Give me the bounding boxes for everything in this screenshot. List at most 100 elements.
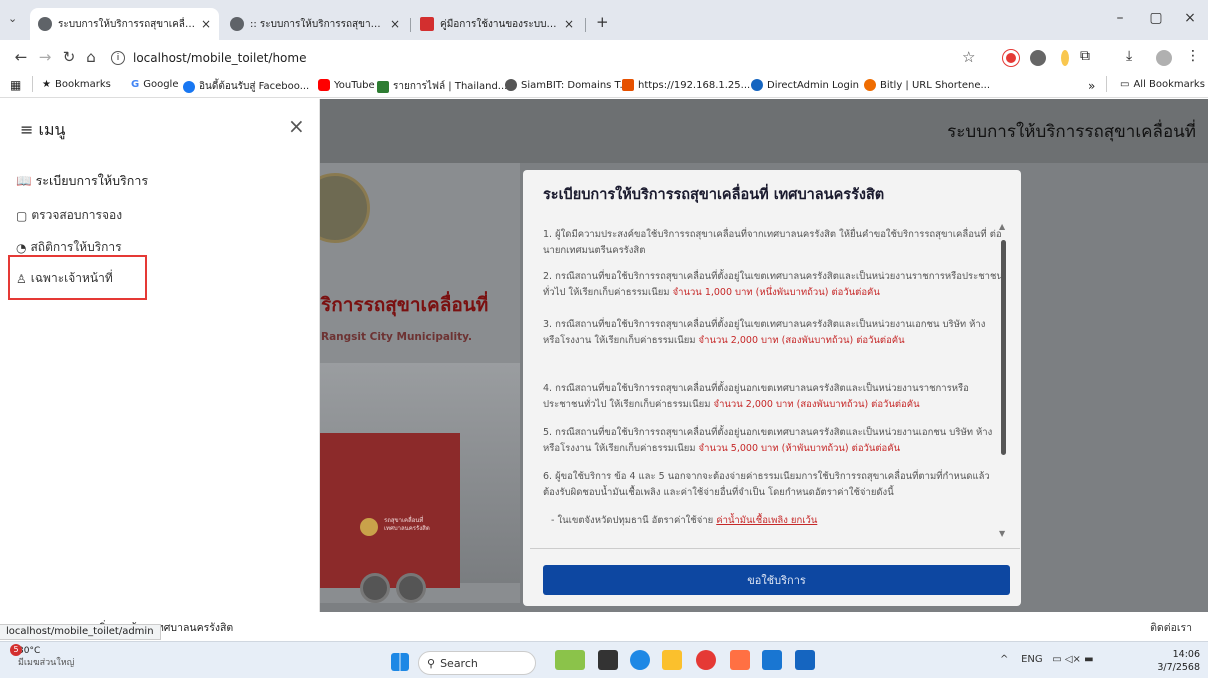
- tab-separator: [585, 18, 586, 32]
- reload-icon[interactable]: ↻: [60, 48, 78, 66]
- bookmark-label: Bitly | URL Shortene...: [880, 79, 991, 91]
- bulb-extension-icon[interactable]: [1061, 50, 1069, 66]
- tab-title: คู่มือการใช้งานของระบบfinal-1.pdf: [440, 18, 558, 30]
- bookmark-youtube[interactable]: YouTube: [318, 79, 375, 91]
- date: 3/7/2568: [1157, 662, 1200, 673]
- bookmark-ip[interactable]: https://192.168.1.25...: [622, 79, 750, 91]
- address-bar[interactable]: i localhost/mobile_toilet/home: [101, 46, 991, 70]
- avatar[interactable]: [1156, 50, 1172, 66]
- scroll-up-icon[interactable]: ▲: [999, 222, 1005, 231]
- widgets-icon[interactable]: [555, 650, 585, 670]
- download-icon[interactable]: ⤓: [1126, 48, 1132, 64]
- bookmark-siambit[interactable]: SiamBIT: Domains T...: [505, 79, 629, 91]
- globe-icon: [230, 17, 244, 31]
- tab-title: ระบบการให้บริการรถสุขาเคลื่อนที่ กอ: [58, 18, 195, 30]
- clock[interactable]: 14:06 3/7/2568: [1157, 648, 1200, 674]
- kebab-menu-icon[interactable]: ⋮: [1186, 48, 1200, 64]
- paragraph-text: 1. ผู้ใดมีความประสงค์ขอใช้บริการรถสุขาเค…: [543, 229, 1002, 256]
- volume-icon[interactable]: ◁×: [1065, 654, 1081, 665]
- home-icon[interactable]: ⌂: [82, 48, 100, 66]
- bookmark-bookmarks[interactable]: ★ Bookmarks: [42, 79, 111, 90]
- youtube-icon: [318, 79, 330, 91]
- municipality-seal: [320, 173, 370, 243]
- network-icon[interactable]: ▭: [1052, 654, 1061, 665]
- file-icon: [377, 80, 389, 93]
- bookmark-directadmin[interactable]: DirectAdmin Login: [751, 79, 859, 91]
- paragraph-5: 5. กรณีสถานที่ขอใช้บริการรถสุขาเคลื่อนที…: [543, 425, 1003, 457]
- minimize-icon[interactable]: –: [1110, 10, 1130, 26]
- status-url: localhost/mobile_toilet/admin: [0, 624, 161, 640]
- system-tray[interactable]: ^ ENG ▭ ◁× ▬: [1000, 654, 1094, 665]
- new-tab-button[interactable]: +: [596, 13, 609, 31]
- fee-text: จำนวน 5,000 บาท (ห้าพันบาทถ้วน) ต่อวันต่…: [698, 443, 901, 454]
- site-info-icon[interactable]: i: [111, 51, 125, 65]
- contact-link[interactable]: ติดต่อเรา: [1150, 619, 1192, 636]
- paragraph-4: 4. กรณีสถานที่ขอใช้บริการรถสุขาเคลื่อนที…: [543, 381, 1003, 413]
- chevron-up-icon[interactable]: ^: [1000, 654, 1012, 665]
- extension-icon[interactable]: [1030, 50, 1046, 66]
- paragraph-3: 3. กรณีสถานที่ขอใช้บริการรถสุขาเคลื่อนที…: [543, 317, 1003, 349]
- wheel: [396, 573, 426, 603]
- bookmark-thailand[interactable]: รายการไฟล์ | Thailand...: [377, 79, 507, 94]
- menu-title: ≡ เมนู: [20, 118, 65, 143]
- windows-start-icon[interactable]: [391, 653, 409, 671]
- scroll-down-icon[interactable]: ▼: [999, 529, 1005, 538]
- paragraph-text: - ในเขตจังหวัดปทุมธานี อัตราค่าใช้จ่าย: [551, 515, 717, 526]
- language-indicator[interactable]: ENG: [1021, 654, 1043, 665]
- weather-widget[interactable]: 5 30°C มีเมฆส่วนใหญ่: [10, 644, 75, 669]
- tab-2[interactable]: :: ระบบการให้บริการรถสุขาเคลื่อนที่ : ×: [222, 8, 408, 40]
- pdf-icon: [420, 17, 434, 31]
- word-icon[interactable]: [795, 650, 815, 670]
- sidebar-item-check-booking[interactable]: ▢ ตรวจสอบการจอง: [16, 206, 122, 225]
- bookmark-label: https://192.168.1.25...: [638, 79, 751, 91]
- folder-icon: ▭: [1120, 79, 1130, 90]
- bookmark-google[interactable]: G Google: [131, 79, 178, 90]
- bookmark-label: อินดี้ต้อนรับสู่ Faceboo...: [199, 81, 310, 92]
- apps-grid-icon[interactable]: ▦: [10, 78, 21, 92]
- vscode-icon[interactable]: [762, 650, 782, 670]
- more-bookmarks-button[interactable]: »: [1088, 79, 1095, 93]
- close-menu-button[interactable]: ×: [288, 114, 305, 138]
- fee-text: ค่าน้ำมันเชื้อเพลิง ยกเว้น: [716, 515, 818, 526]
- seal-icon: [360, 518, 378, 536]
- tab-title: :: ระบบการให้บริการรถสุขาเคลื่อนที่ :: [250, 18, 384, 30]
- app-title: ระบบการให้บริการรถสุขาเคลื่อนที่: [947, 122, 1196, 142]
- facebook-icon: [183, 80, 195, 93]
- bookmark-facebook[interactable]: อินดี้ต้อนรับสู่ Faceboo...: [183, 79, 309, 94]
- star-icon[interactable]: ☆: [962, 48, 975, 66]
- divider: [32, 76, 33, 92]
- task-view-icon[interactable]: [598, 650, 618, 670]
- request-service-button[interactable]: ขอใช้บริการ: [543, 565, 1010, 595]
- app-icon[interactable]: [730, 650, 750, 670]
- back-icon[interactable]: ←: [12, 48, 30, 66]
- all-bookmarks-button[interactable]: ▭ All Bookmarks: [1120, 79, 1205, 90]
- close-window-icon[interactable]: ×: [1180, 10, 1200, 26]
- paragraph-6: 6. ผู้ขอใช้บริการ ข้อ 4 และ 5 นอกจากจะต้…: [543, 469, 1003, 501]
- taskbar-search[interactable]: ⚲ Search: [418, 651, 536, 675]
- sidebar-item-regulations[interactable]: 📖 ระเบียบการให้บริการ: [16, 171, 148, 191]
- close-tab-icon[interactable]: ×: [390, 17, 400, 31]
- puzzle-icon[interactable]: ⧉: [1080, 48, 1090, 64]
- battery-icon[interactable]: ▬: [1084, 654, 1093, 665]
- tab-1[interactable]: ระบบการให้บริการรถสุขาเคลื่อนที่ กอ ×: [30, 8, 219, 40]
- tab-search-icon[interactable]: ⌄: [8, 12, 17, 25]
- google-icon: G: [131, 79, 140, 90]
- maximize-icon[interactable]: ▢: [1146, 10, 1166, 26]
- highlight-box: [8, 255, 147, 300]
- tab-3[interactable]: คู่มือการใช้งานของระบบfinal-1.pdf ×: [412, 8, 582, 40]
- file-explorer-icon[interactable]: [662, 650, 682, 670]
- scrollbar-thumb[interactable]: [1001, 240, 1006, 455]
- close-tab-icon[interactable]: ×: [201, 17, 211, 31]
- tab-separator: [410, 18, 411, 32]
- record-extension-icon[interactable]: [1003, 50, 1019, 66]
- edge-icon[interactable]: [630, 650, 650, 670]
- close-tab-icon[interactable]: ×: [564, 17, 574, 31]
- bookmark-label: Bookmarks: [54, 79, 111, 90]
- weather-desc: มีเมฆส่วนใหญ่: [18, 658, 75, 668]
- chrome-icon[interactable]: [696, 650, 716, 670]
- bookmark-bitly[interactable]: Bitly | URL Shortene...: [864, 79, 990, 91]
- poster-subtitle: Rangsit City Municipality.: [321, 331, 473, 343]
- bookmark-label: DirectAdmin Login: [767, 79, 859, 91]
- forward-icon[interactable]: →: [36, 48, 54, 66]
- chart-icon: ◔: [16, 240, 27, 255]
